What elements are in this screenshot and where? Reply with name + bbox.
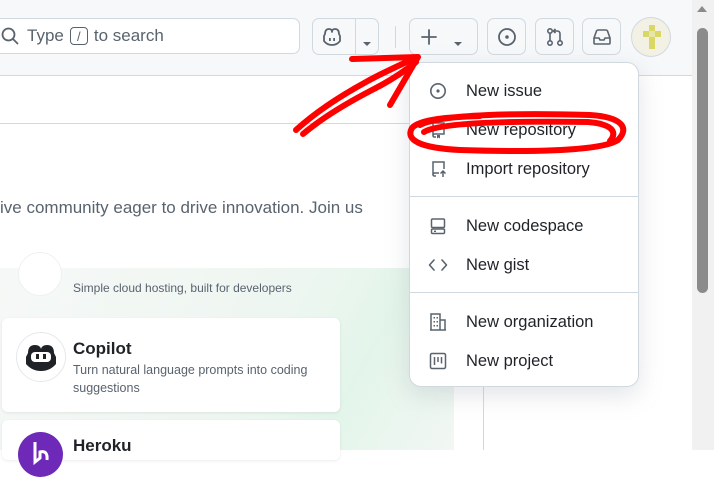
project-icon xyxy=(427,350,449,372)
promo-text: ive community eager to drive innovation.… xyxy=(0,198,363,217)
menu-divider xyxy=(410,196,638,197)
content-divider xyxy=(483,378,484,450)
repo-icon xyxy=(427,119,449,141)
menu-item-new-repository[interactable]: New repository xyxy=(418,113,630,147)
codespace-icon xyxy=(427,215,449,237)
hosting-logo xyxy=(18,252,62,296)
issues-button[interactable] xyxy=(487,18,526,55)
organization-icon xyxy=(427,311,449,333)
scrollbar-thumb[interactable] xyxy=(697,28,708,293)
copilot-card-title: Copilot xyxy=(73,339,132,358)
search-input[interactable]: Type / to search xyxy=(0,18,300,54)
menu-item-label: New codespace xyxy=(466,216,584,235)
copilot-card[interactable]: Copilot Turn natural language prompts in… xyxy=(2,318,340,412)
menu-item-label: New repository xyxy=(466,120,577,139)
header-divider xyxy=(395,26,396,48)
menu-item-import-repository[interactable]: Import repository xyxy=(418,152,630,186)
menu-item-label: Import repository xyxy=(466,159,590,178)
inbox-icon xyxy=(592,27,612,47)
code-icon xyxy=(427,254,449,276)
search-prefix: Type xyxy=(27,26,64,45)
hosting-card-desc: Simple cloud hosting, built for develope… xyxy=(73,281,292,295)
issue-opened-icon xyxy=(427,80,449,102)
create-new-button[interactable] xyxy=(409,18,478,55)
search-icon xyxy=(1,27,19,45)
copilot-button[interactable] xyxy=(312,18,379,55)
menu-item-new-organization[interactable]: New organization xyxy=(418,305,630,339)
menu-item-new-project[interactable]: New project xyxy=(418,344,630,378)
issue-opened-icon xyxy=(497,27,517,47)
menu-item-label: New project xyxy=(466,351,554,370)
hosting-card[interactable]: Simple cloud hosting, built for develope… xyxy=(2,252,340,306)
avatar-identicon xyxy=(643,25,661,49)
menu-item-new-issue[interactable]: New issue xyxy=(418,74,630,108)
menu-item-label: New organization xyxy=(466,312,594,331)
scroll-up-arrow-icon[interactable] xyxy=(697,6,707,12)
search-shortcut-key: / xyxy=(69,27,88,45)
user-avatar[interactable] xyxy=(631,17,671,57)
create-chevron-down-icon xyxy=(453,34,463,52)
git-pull-request-icon xyxy=(545,27,565,47)
copilot-chevron-down-icon xyxy=(362,34,372,52)
repo-push-icon xyxy=(427,158,449,180)
plus-icon xyxy=(420,28,438,46)
pull-requests-button[interactable] xyxy=(535,18,574,55)
menu-item-new-gist[interactable]: New gist xyxy=(418,248,630,282)
copilot-card-desc: Turn natural language prompts into codin… xyxy=(73,363,308,395)
copilot-icon xyxy=(321,27,343,47)
inbox-button[interactable] xyxy=(582,18,621,55)
create-new-menu: New issue New repository Import reposito… xyxy=(409,62,639,387)
search-suffix: to search xyxy=(93,26,164,45)
menu-item-label: New issue xyxy=(466,81,543,100)
menu-item-new-codespace[interactable]: New codespace xyxy=(418,209,630,243)
heroku-card-title: Heroku xyxy=(73,436,132,455)
menu-item-label: New gist xyxy=(466,255,530,274)
copilot-logo xyxy=(16,332,66,382)
heroku-card[interactable]: Heroku xyxy=(2,420,340,477)
heroku-logo xyxy=(18,432,63,477)
menu-divider xyxy=(410,292,638,293)
